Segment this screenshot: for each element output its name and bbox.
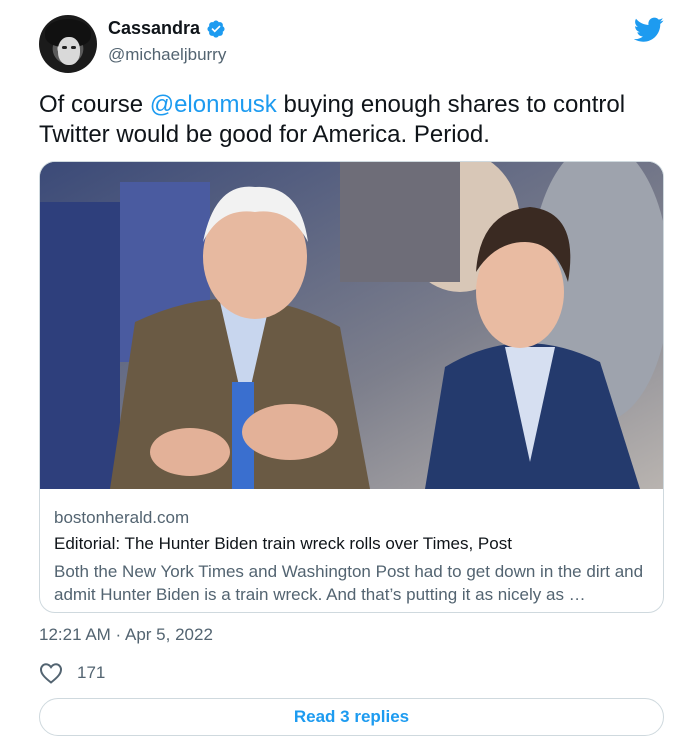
author-avatar[interactable] [39, 15, 97, 73]
card-photo-illustration [40, 162, 663, 489]
author-handle[interactable]: @michaeljburry [108, 45, 226, 65]
card-photo[interactable] [40, 162, 663, 489]
tweet-text: Of course @elonmusk buying enough shares… [39, 90, 659, 150]
avatar-face-shape [58, 37, 80, 65]
heart-outline-icon [39, 663, 63, 684]
tweet-timestamp[interactable]: 12:21 AM · Apr 5, 2022 [39, 625, 213, 645]
author-name-row: Cassandra [108, 18, 226, 39]
card-description: Both the New York Times and Washington P… [54, 562, 644, 604]
author-name[interactable]: Cassandra [108, 18, 200, 39]
link-preview-card[interactable]: bostonherald.com Editorial: The Hunter B… [39, 161, 664, 613]
card-domain: bostonherald.com [54, 508, 190, 527]
verified-badge-icon [207, 19, 225, 38]
twitter-bird-icon[interactable] [634, 17, 664, 43]
avatar-eye-right [71, 46, 76, 49]
like-button[interactable]: 171 [39, 662, 105, 684]
card-title[interactable]: Editorial: The Hunter Biden train wreck … [54, 534, 512, 554]
tweet-text-prefix: Of course [39, 91, 150, 118]
avatar-eye-left [62, 46, 67, 49]
like-count: 171 [77, 663, 106, 682]
mention-link[interactable]: @elonmusk [150, 91, 277, 118]
read-replies-button[interactable]: Read 3 replies [39, 698, 664, 736]
